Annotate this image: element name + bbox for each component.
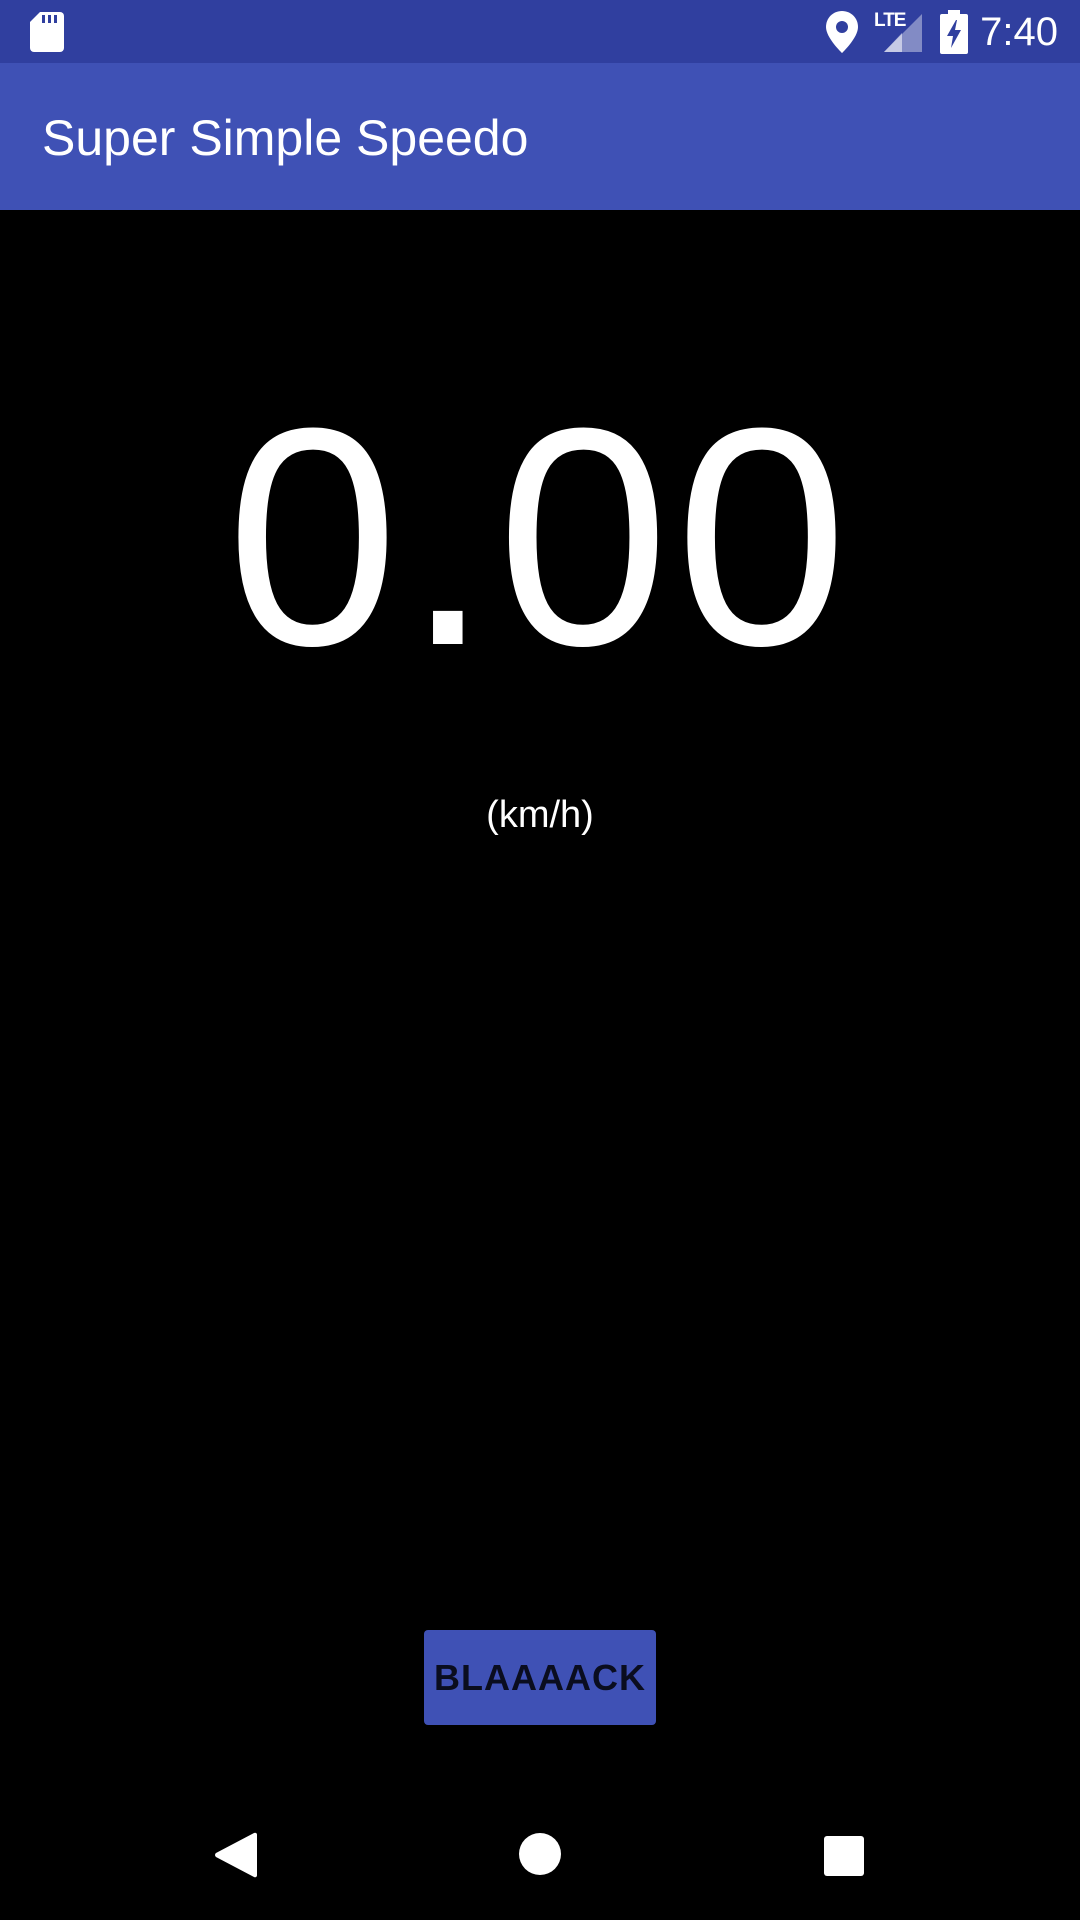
sd-card-icon — [30, 12, 64, 52]
app-screen: LTE 7:40 Super Simple Speedo 0.00 (km/h)… — [0, 0, 1080, 1920]
status-clock: 7:40 — [980, 10, 1058, 54]
lte-signal-icon — [884, 14, 922, 52]
app-bar: Super Simple Speedo — [0, 63, 1080, 210]
status-bar: LTE 7:40 — [0, 0, 1080, 63]
back-icon[interactable] — [210, 1830, 258, 1880]
location-icon — [826, 11, 858, 53]
speed-unit-label: (km/h) — [486, 794, 594, 836]
blaaaack-button[interactable]: BLAAAACK — [424, 1630, 656, 1725]
recents-icon[interactable] — [824, 1836, 864, 1876]
navigation-bar — [0, 1776, 1080, 1920]
app-title: Super Simple Speedo — [42, 110, 529, 166]
battery-charging-icon — [940, 10, 968, 54]
speed-value: 0.00 — [226, 363, 854, 710]
home-icon[interactable] — [518, 1832, 562, 1876]
